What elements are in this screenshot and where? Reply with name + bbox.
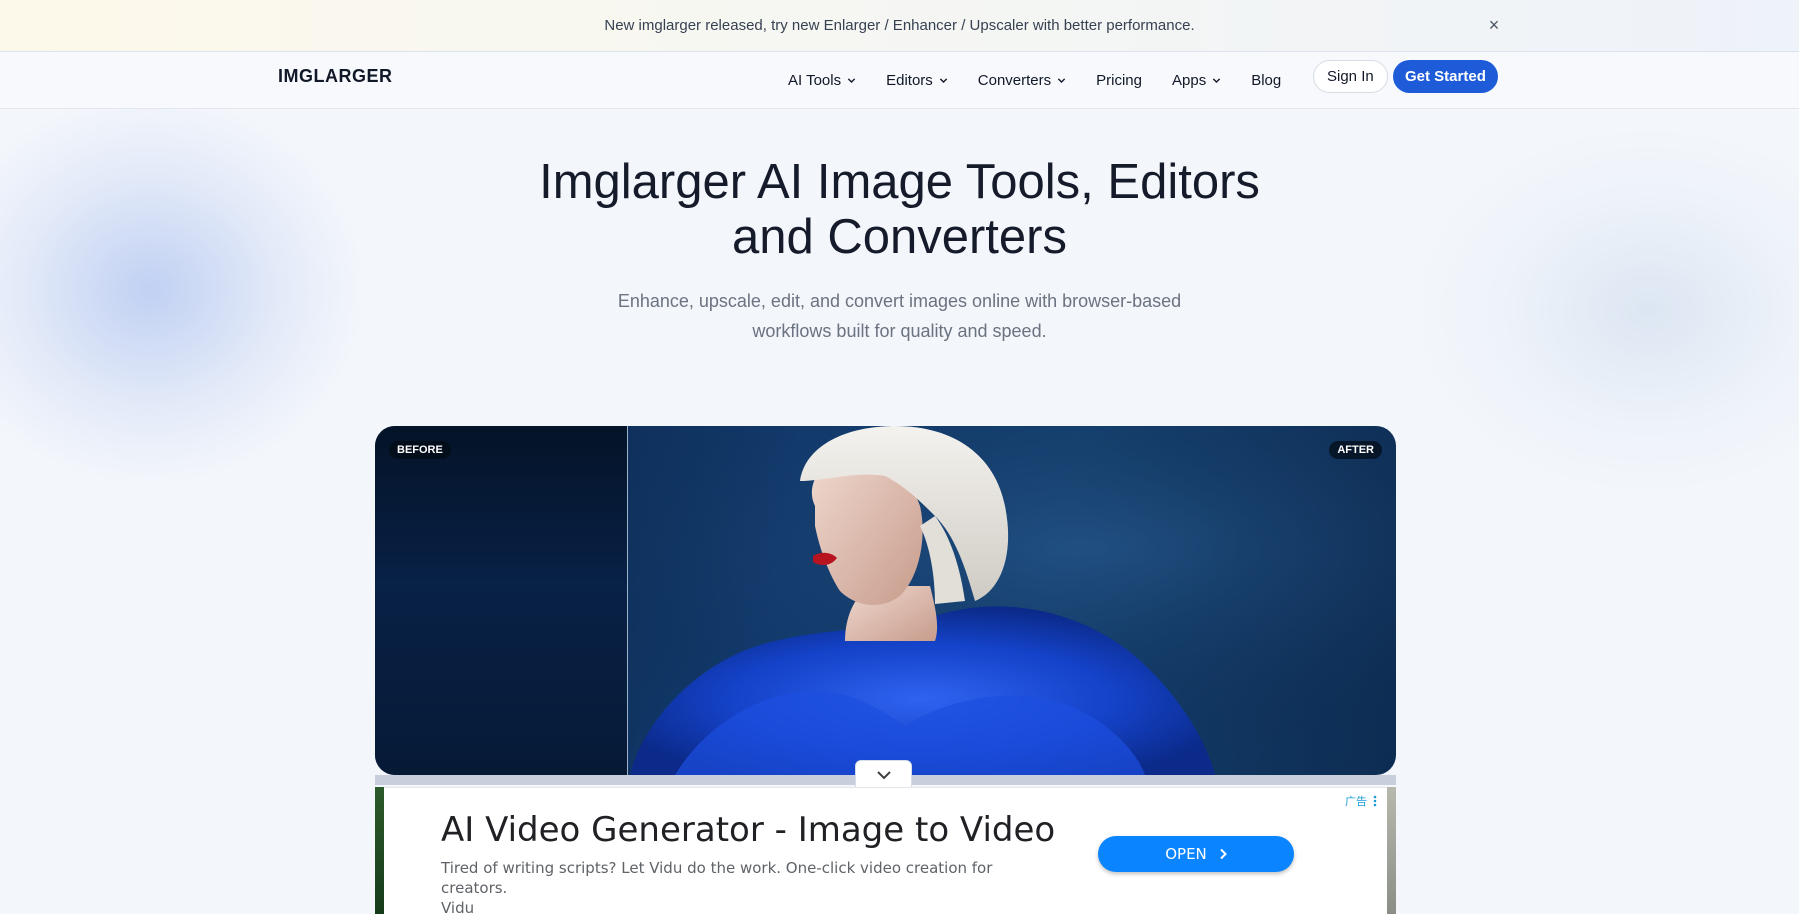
collapse-ad-button[interactable] [855, 760, 912, 788]
page-subtitle-line-2: workflows built for quality and speed. [752, 321, 1047, 341]
chevron-down-icon [1213, 77, 1221, 83]
ad-open-button[interactable]: OPEN [1098, 836, 1294, 872]
nav-links: AI Tools Editors Converters Pricing Apps… [788, 52, 1311, 108]
nav-item-label: Editors [886, 71, 933, 89]
nav-item-apps[interactable]: Apps [1172, 72, 1221, 89]
ad-image-right [1386, 787, 1396, 914]
before-image [375, 426, 627, 775]
sign-in-button[interactable]: Sign In [1313, 60, 1388, 93]
page-title: Imglarger AI Image Tools, Editors and Co… [0, 155, 1799, 265]
chevron-down-icon [876, 770, 891, 779]
nav-item-label: Apps [1172, 71, 1207, 89]
nav-item-editors[interactable]: Editors [886, 72, 948, 89]
ad-open-label: OPEN [1165, 845, 1207, 863]
ad-choices-label: 广告 [1345, 796, 1367, 808]
comparison-slider-handle[interactable] [627, 426, 628, 775]
before-after-comparison[interactable]: BEFORE AFTER [375, 426, 1396, 775]
ad-advertiser: Vidu [441, 899, 475, 914]
more-options-icon [1373, 795, 1377, 807]
close-icon[interactable]: × [1483, 14, 1505, 36]
chevron-down-icon [1058, 77, 1066, 83]
nav-item-label: AI Tools [788, 71, 842, 89]
page-title-line-2: and Converters [731, 210, 1067, 264]
announcement-bar: New imglarger released, try new Enlarger… [0, 0, 1799, 52]
ad-title[interactable]: AI Video Generator - Image to Video [441, 810, 1055, 850]
page-subtitle: Enhance, upscale, edit, and convert imag… [0, 286, 1799, 346]
ad-banner[interactable]: 广告 AI Video Generator - Image to Video T… [384, 787, 1387, 914]
nav-item-ai-tools[interactable]: AI Tools [788, 72, 856, 89]
after-label: AFTER [1329, 441, 1382, 459]
nav-item-blog[interactable]: Blog [1251, 72, 1281, 89]
ad-choices[interactable]: 广告 [1345, 793, 1379, 809]
before-label: BEFORE [389, 441, 451, 459]
page-subtitle-line-1: Enhance, upscale, edit, and convert imag… [617, 291, 1182, 311]
top-navigation: IMGLARGER AI Tools Editors Converters Pr… [0, 52, 1799, 109]
nav-item-converters[interactable]: Converters [978, 72, 1066, 89]
nav-item-label: Blog [1251, 71, 1282, 89]
logo[interactable]: IMGLARGER [278, 66, 393, 87]
page-title-line-1: Imglarger AI Image Tools, Editors [539, 155, 1260, 209]
ad-description: Tired of writing scripts? Let Vidu do th… [441, 858, 1061, 914]
chevron-down-icon [847, 77, 856, 83]
announcement-text: New imglarger released, try new Enlarger… [604, 17, 1195, 34]
nav-item-label: Converters [977, 71, 1052, 89]
nav-item-pricing[interactable]: Pricing [1096, 72, 1142, 89]
nav-item-label: Pricing [1096, 71, 1142, 89]
chevron-right-icon [1220, 848, 1227, 860]
chevron-down-icon [939, 77, 947, 83]
ad-description-text: Tired of writing scripts? Let Vidu do th… [441, 859, 993, 897]
get-started-button[interactable]: Get Started [1393, 60, 1498, 93]
